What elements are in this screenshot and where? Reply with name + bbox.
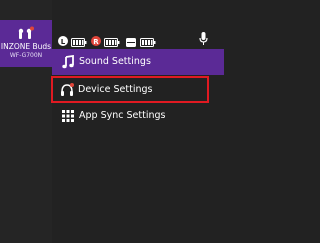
main-panel: L R Sound Settings Device Settings App S… [51,0,224,243]
device-tile[interactable]: INZONE Buds WF-G700N [0,20,52,67]
headphones-icon [60,82,74,96]
microphone-icon[interactable] [199,30,208,49]
status-bar: L R [52,27,224,47]
device-name: INZONE Buds [0,42,52,51]
left-earbud-icon: L [58,31,68,50]
device-model: WF-G700N [9,52,43,59]
menu-item-device-settings[interactable]: Device Settings [51,76,209,103]
music-note-icon [61,54,75,69]
menu-item-label: Device Settings [78,84,153,95]
right-earbud-icon: R [91,31,101,50]
earbuds-icon [17,25,35,39]
menu-item-label: App Sync Settings [79,110,166,121]
svg-text:R: R [93,38,99,46]
menu-item-label: Sound Settings [79,56,151,67]
svg-text:L: L [61,38,66,46]
menu-item-sound-settings[interactable]: Sound Settings [52,49,224,75]
grid-icon [61,108,75,122]
menu-item-app-sync-settings[interactable]: App Sync Settings [52,103,224,129]
device-sidebar: INZONE Buds WF-G700N [0,0,52,243]
